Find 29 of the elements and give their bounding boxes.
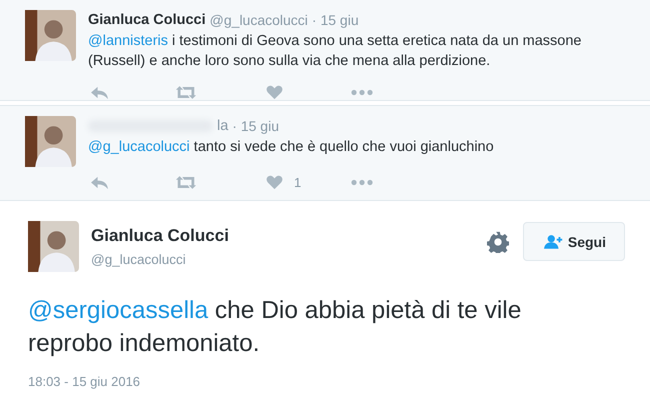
reply-icon[interactable] [90,175,109,190]
add-user-icon [544,234,564,249]
tweet-timestamp[interactable]: 18:03 - 15 giu 2016 [28,374,140,389]
user-name[interactable]: la [217,118,228,134]
tweet-time[interactable]: · 15 giu [312,12,359,28]
tweet-text: @lannisteris i testimoni di Geova sono una setta eretica nata da un massone (Russell) e anche loro sono sulla via che mena alla perdizione. [88,32,582,71]
avatar[interactable] [28,221,79,272]
user-handle[interactable]: @g_lucacolucci [210,12,308,28]
avatar[interactable] [25,116,76,167]
user-name[interactable]: Gianluca Colucci [88,12,206,28]
more-icon[interactable] [351,179,373,186]
follow-button[interactable]: Segui [522,222,625,261]
settings-icon[interactable] [486,230,509,252]
retweet-icon[interactable] [175,175,197,190]
retweet-icon[interactable] [175,85,197,100]
tweet-text: @g_lucacolucci tanto si vede che è quello che vuoi gianluchino [88,138,495,157]
mention-link[interactable]: @lannisteris [88,33,168,49]
avatar[interactable] [25,10,76,61]
mention-link[interactable]: @g_lucacolucci [88,139,190,155]
heart-icon[interactable] [265,85,284,100]
tweet-time[interactable]: · 15 giu [232,118,279,134]
tweet-text: @sergiocassella che Dio abbia pietà di te vile reprobo indemoniato. [28,296,522,359]
like-count: 1 [294,175,302,190]
user-handle[interactable]: @g_lucacolucci [91,252,487,267]
reply-icon[interactable] [90,85,109,100]
user-name[interactable]: Gianluca Colucci [91,226,487,246]
mention-link[interactable]: @sergiocassella [28,297,208,324]
more-icon[interactable] [351,89,373,96]
heart-icon[interactable] [265,175,284,190]
